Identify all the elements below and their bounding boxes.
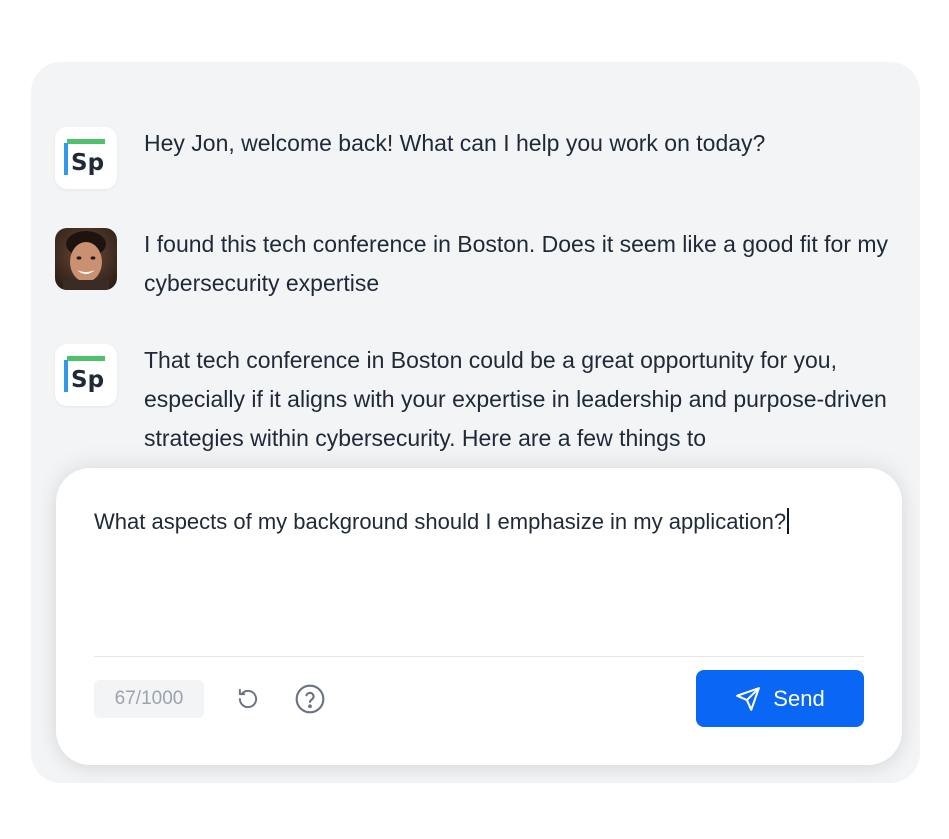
sp-logo-text: Sp: [71, 367, 104, 393]
chat-message-assistant: Sp Hey Jon, welcome back! What can I hel…: [55, 127, 904, 189]
message-composer: What aspects of my background should I e…: [56, 468, 902, 765]
chat-message-user: I found this tech conference in Boston. …: [55, 228, 904, 303]
message-text: I found this tech conference in Boston. …: [144, 231, 889, 296]
send-button-label: Send: [773, 685, 825, 711]
sp-logo-icon: Sp: [55, 344, 117, 406]
user-avatar-photo: [55, 228, 117, 290]
paper-plane-icon: [736, 686, 761, 711]
text-caret: [787, 508, 790, 534]
message-input[interactable]: What aspects of my background should I e…: [94, 508, 790, 535]
message-text: Hey Jon, welcome back! What can I help y…: [144, 130, 766, 156]
chat-message-assistant: Sp That tech conference in Boston could …: [55, 344, 904, 458]
message-input-value: What aspects of my background should I e…: [94, 509, 787, 534]
character-counter: 67/1000: [94, 680, 204, 718]
composer-divider: [94, 656, 864, 657]
sp-logo-icon: Sp: [55, 127, 117, 189]
sp-logo-text: Sp: [71, 150, 104, 176]
refresh-icon[interactable]: [230, 681, 266, 717]
send-button[interactable]: Send: [696, 670, 864, 727]
help-circle-icon[interactable]: [292, 681, 328, 717]
message-text: That tech conference in Boston could be …: [144, 347, 887, 451]
